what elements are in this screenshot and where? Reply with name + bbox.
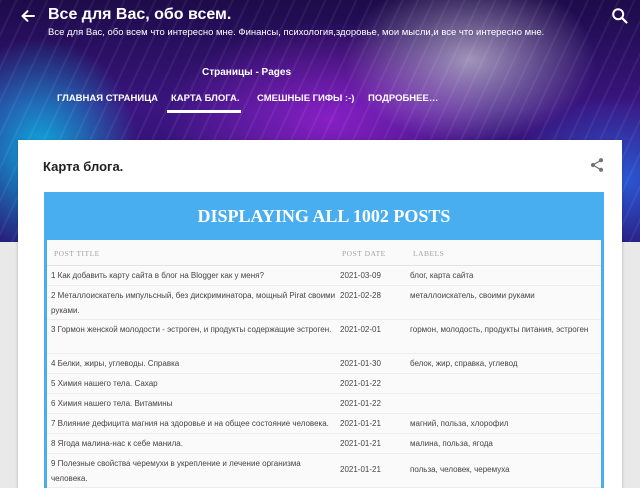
table-row: 6 Химия нашего тела. Витамины 2021-01-22 [47, 394, 601, 414]
sitemap-heading: DISPLAYING ALL 1002 POSTS [197, 206, 451, 226]
row-labels[interactable]: металлоискатель, своими руками [410, 288, 600, 303]
row-date: 2021-02-01 [340, 325, 381, 334]
table-header: POST TITLE POST DATE LABELS [47, 240, 601, 266]
share-icon[interactable] [589, 157, 605, 173]
row-title[interactable]: 6 Химия нашего тела. Витамины [51, 396, 337, 411]
row-labels[interactable]: польза, человек, черемуха [410, 462, 600, 477]
table-row: 1 Как добавить карту сайта в блог на Blo… [47, 266, 601, 286]
nav-item-funny-gifs[interactable]: СМЕШНЫЕ ГИФЫ :-) [257, 93, 354, 104]
site-description: Все для Вас, обо всем что интересно мне.… [48, 27, 545, 38]
row-labels[interactable]: блог, карта сайта [410, 268, 600, 283]
row-date: 2021-03-09 [340, 271, 381, 280]
row-labels[interactable]: малина, польза, ягода [410, 436, 600, 451]
pages-heading: Страницы - Pages [202, 67, 292, 78]
nav-item-sitemap[interactable]: КАРТА БЛОГА. [171, 93, 240, 104]
column-header-date[interactable]: POST DATE [342, 249, 386, 258]
row-title[interactable]: 8 Ягода малина-нас к себе манила. [51, 436, 337, 451]
table-row: 5 Химия нашего тела. Сахар 2021-01-22 [47, 374, 601, 394]
table-row: 8 Ягода малина-нас к себе манила. 2021-0… [47, 434, 601, 454]
active-tab-indicator [167, 110, 241, 113]
row-labels[interactable]: магний, польза, хлорофил [410, 416, 600, 431]
posts-table: POST TITLE POST DATE LABELS 1 Как добави… [47, 240, 601, 488]
row-labels[interactable]: гормон, молодость, продукты питания, эст… [410, 322, 600, 337]
table-row: 3 Гормон женской молодости - эстроген, и… [47, 320, 601, 354]
row-title[interactable]: 3 Гормон женской молодости - эстроген, и… [51, 322, 337, 337]
column-header-labels[interactable]: LABELS [413, 249, 444, 258]
row-date: 2021-01-21 [340, 465, 381, 474]
pages-nav: ГЛАВНАЯ СТРАНИЦА КАРТА БЛОГА. СМЕШНЫЕ ГИ… [0, 88, 640, 114]
table-row: 2 Металлоискатель импульсный, без дискри… [47, 286, 601, 320]
arrow-back-icon[interactable] [18, 6, 38, 26]
row-date: 2021-01-22 [340, 379, 381, 388]
table-row: 4 Белки, жиры, углеводы. Справка 2021-01… [47, 354, 601, 374]
row-labels[interactable]: белок, жир, справка, углевод [410, 356, 600, 371]
table-row: 9 Полезные свойства черемухи в укреплени… [47, 454, 601, 488]
row-title[interactable]: 1 Как добавить карту сайта в блог на Blo… [51, 268, 337, 283]
post-card: Карта блога. DISPLAYING ALL 1002 POSTS P… [18, 140, 622, 488]
row-title[interactable]: 9 Полезные свойства черемухи в укреплени… [51, 456, 337, 486]
table-row: 7 Влияние дефицита магния на здоровье и … [47, 414, 601, 434]
search-icon[interactable] [610, 6, 630, 26]
row-title[interactable]: 7 Влияние дефицита магния на здоровье и … [51, 416, 337, 431]
post-title: Карта блога. [43, 159, 124, 174]
nav-item-more[interactable]: ПОДРОБНЕЕ… [368, 93, 438, 104]
site-title[interactable]: Все для Вас, обо всем. [48, 6, 231, 24]
row-title[interactable]: 5 Химия нашего тела. Сахар [51, 376, 337, 391]
row-date: 2021-02-28 [340, 291, 381, 300]
row-date: 2021-01-30 [340, 359, 381, 368]
column-header-title[interactable]: POST TITLE [54, 249, 100, 258]
row-title[interactable]: 2 Металлоискатель импульсный, без дискри… [51, 288, 337, 318]
row-title[interactable]: 4 Белки, жиры, углеводы. Справка [51, 356, 337, 371]
sitemap-widget: DISPLAYING ALL 1002 POSTS POST TITLE POS… [44, 192, 604, 488]
row-date: 2021-01-21 [340, 419, 381, 428]
row-date: 2021-01-21 [340, 439, 381, 448]
row-date: 2021-01-22 [340, 399, 381, 408]
nav-item-home[interactable]: ГЛАВНАЯ СТРАНИЦА [57, 93, 158, 104]
